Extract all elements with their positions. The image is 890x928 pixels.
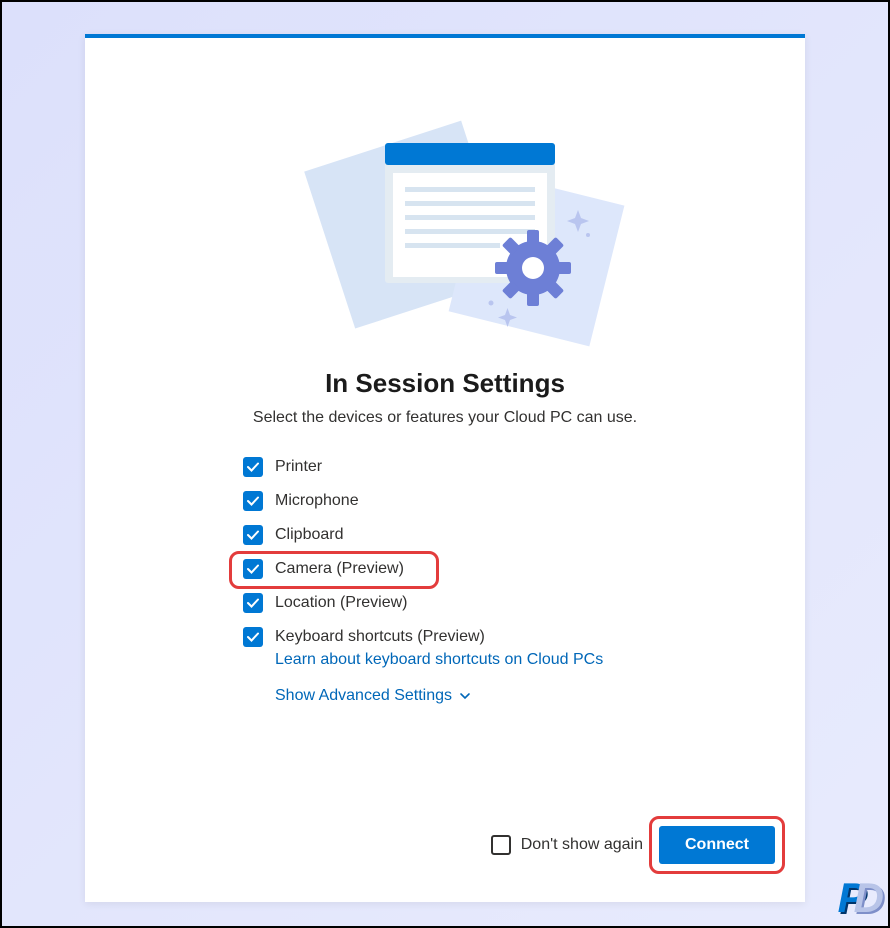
settings-dialog: In Session Settings Select the devices o… bbox=[85, 34, 805, 902]
check-icon bbox=[246, 596, 260, 610]
checkbox-location[interactable] bbox=[243, 593, 263, 613]
show-advanced-settings[interactable]: Show Advanced Settings bbox=[275, 687, 665, 705]
check-icon bbox=[246, 630, 260, 644]
dont-show-again-label: Don't show again bbox=[521, 836, 643, 854]
advanced-settings-label: Show Advanced Settings bbox=[275, 687, 452, 705]
checkbox-dont-show-again[interactable] bbox=[491, 835, 511, 855]
check-icon bbox=[246, 460, 260, 474]
option-label: Clipboard bbox=[275, 526, 343, 544]
check-icon bbox=[246, 528, 260, 542]
watermark-logo: PD bbox=[838, 874, 882, 922]
keyboard-shortcuts-help-link-row: Learn about keyboard shortcuts on Cloud … bbox=[275, 651, 665, 669]
option-label: Location (Preview) bbox=[275, 594, 408, 612]
check-icon bbox=[246, 494, 260, 508]
checkbox-keyboard-shortcuts[interactable] bbox=[243, 627, 263, 647]
option-label: Camera (Preview) bbox=[275, 560, 404, 578]
option-camera: Camera (Preview) bbox=[243, 559, 665, 579]
checkbox-camera[interactable] bbox=[243, 559, 263, 579]
options-list: Printer Microphone Clipboard Camera (Pre… bbox=[225, 457, 665, 705]
option-clipboard: Clipboard bbox=[243, 525, 665, 545]
dialog-illustration bbox=[85, 38, 805, 358]
chevron-down-icon bbox=[458, 689, 472, 703]
checkbox-clipboard[interactable] bbox=[243, 525, 263, 545]
checkbox-printer[interactable] bbox=[243, 457, 263, 477]
checkbox-microphone[interactable] bbox=[243, 491, 263, 511]
dialog-subtitle: Select the devices or features your Clou… bbox=[85, 409, 805, 427]
connect-button[interactable]: Connect bbox=[659, 826, 775, 864]
option-printer: Printer bbox=[243, 457, 665, 477]
settings-illustration-svg bbox=[255, 83, 635, 353]
dialog-title: In Session Settings bbox=[85, 368, 805, 399]
option-microphone: Microphone bbox=[243, 491, 665, 511]
dialog-footer: Don't show again Connect bbox=[491, 826, 775, 864]
option-label: Microphone bbox=[275, 492, 359, 510]
dont-show-again-row: Don't show again bbox=[491, 835, 643, 855]
option-keyboard-shortcuts: Keyboard shortcuts (Preview) bbox=[243, 627, 665, 647]
keyboard-shortcuts-help-link[interactable]: Learn about keyboard shortcuts on Cloud … bbox=[275, 651, 603, 668]
option-label: Keyboard shortcuts (Preview) bbox=[275, 628, 485, 646]
option-label: Printer bbox=[275, 458, 322, 476]
option-location: Location (Preview) bbox=[243, 593, 665, 613]
check-icon bbox=[246, 562, 260, 576]
